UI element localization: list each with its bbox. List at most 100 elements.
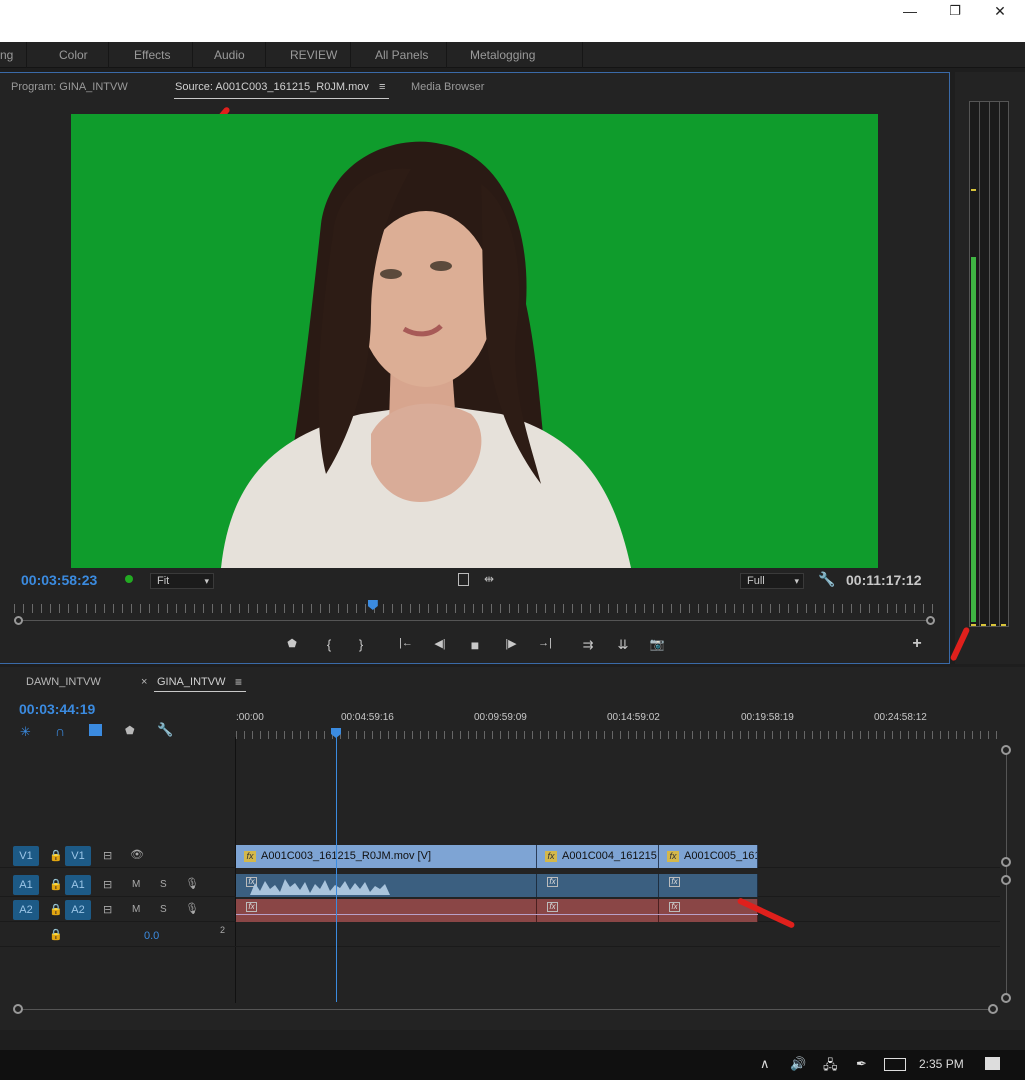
button-editor-add-button[interactable]: + (906, 635, 928, 653)
go-to-in-button[interactable]: |← (395, 637, 417, 649)
keyboard-icon[interactable] (884, 1058, 906, 1071)
timeline-ruler[interactable] (236, 731, 1000, 739)
solo-button[interactable]: S (160, 879, 167, 890)
tab-timeline-dawn[interactable]: DAWN_INTVW (26, 676, 101, 688)
workspace-divider (446, 42, 447, 68)
video-clip[interactable]: fx A001C005_161 (659, 845, 758, 868)
action-center-icon[interactable] (985, 1057, 1000, 1070)
timeline-settings-wrench-icon[interactable]: 🔧 (157, 722, 173, 738)
nest-sequence-icon[interactable]: ✳ (20, 724, 31, 740)
export-frame-camera-icon[interactable]: 📷 (646, 637, 668, 651)
audio-clip[interactable]: fx (659, 874, 758, 897)
source-patch-v1[interactable]: V1 (13, 846, 39, 866)
source-time-ruler[interactable] (14, 604, 934, 613)
mark-in-button[interactable]: { (318, 637, 340, 652)
go-to-out-button[interactable]: →| (534, 637, 556, 649)
zoom-scrollbar-track[interactable] (18, 620, 930, 621)
sync-lock-icon[interactable]: ⊟ (103, 903, 112, 916)
mute-button[interactable]: M (132, 904, 140, 915)
audio-clip[interactable]: fx (236, 899, 537, 922)
zoom-fit-select[interactable]: Fit ▾ (150, 573, 214, 589)
drag-video-icon[interactable] (458, 573, 469, 586)
show-hidden-icons-chevron[interactable]: ∧ (760, 1056, 770, 1072)
settings-wrench-icon[interactable]: 🔧 (818, 571, 835, 588)
tab-media-browser[interactable]: Media Browser (411, 81, 484, 93)
mute-button[interactable]: M (132, 879, 140, 890)
lock-icon[interactable]: 🔒 (49, 849, 63, 862)
lock-icon[interactable]: 🔒 (49, 878, 63, 891)
ruler-label: 00:14:59:02 (607, 712, 660, 723)
fx-badge: fx (547, 902, 558, 912)
eye-icon[interactable]: 👁 (130, 848, 144, 861)
add-marker-icon[interactable]: ⬟ (125, 724, 135, 737)
sync-lock-icon[interactable]: ⊟ (103, 849, 112, 862)
step-back-button[interactable]: ◀| (429, 637, 451, 650)
add-marker-button[interactable]: ⬟ (281, 637, 303, 650)
panel-menu-icon[interactable]: ≡ (235, 675, 242, 689)
audio-clip[interactable]: fx (537, 899, 659, 922)
insert-button[interactable]: ⇉ (577, 637, 599, 653)
microphone-icon[interactable]: 🎙 (185, 902, 199, 915)
snap-magnet-icon[interactable]: ∩ (55, 723, 65, 739)
audio-clip[interactable]: fx (537, 874, 659, 897)
workspace-tab-audio[interactable]: Audio (214, 48, 245, 62)
drag-audio-icon[interactable]: ⇹ (484, 572, 494, 586)
peak-indicator (971, 189, 976, 191)
scrollbar-handle-right[interactable] (988, 1004, 998, 1014)
volume-icon[interactable]: 🔊 (790, 1056, 806, 1072)
tab-source-monitor[interactable]: Source: A001C003_161215_R0JM.mov (175, 81, 369, 93)
step-forward-button[interactable]: |▶ (500, 637, 522, 650)
source-patch-a1[interactable]: A1 (13, 875, 39, 895)
source-playhead-timecode[interactable]: 00:03:58:23 (21, 572, 97, 588)
minimize-button[interactable]: — (887, 0, 933, 22)
video-clip[interactable]: fx A001C004_161215 (537, 845, 659, 868)
network-icon[interactable]: 🖧 (823, 1056, 838, 1078)
clock-time[interactable]: 2:35 PM (919, 1057, 964, 1071)
target-track-a1[interactable]: A1 (65, 875, 91, 895)
linked-selection-icon[interactable] (89, 724, 102, 736)
lock-icon[interactable]: 🔒 (49, 928, 63, 941)
tab-program-monitor[interactable]: Program: GINA_INTVW (11, 81, 128, 93)
windows-taskbar: ∧ 🔊 🖧 ✒ 2:35 PM (0, 1050, 1025, 1080)
target-track-a2[interactable]: A2 (65, 900, 91, 920)
scrollbar-handle-right[interactable] (926, 616, 935, 625)
video-clip[interactable]: fx A001C003_161215_R0JM.mov [V] (236, 845, 537, 868)
scrollbar-handle-bottom[interactable] (1001, 993, 1011, 1003)
workspace-tab-metalogging[interactable]: Metalogging (470, 48, 535, 62)
close-button[interactable]: ✕ (977, 0, 1023, 22)
ruler-label: 00:19:58:19 (741, 712, 794, 723)
target-track-v1[interactable]: V1 (65, 846, 91, 866)
master-channel-count: 2 (220, 925, 226, 935)
master-volume-value[interactable]: 0.0 (144, 930, 159, 942)
playback-quality-select[interactable]: Full ▾ (740, 573, 804, 589)
workspace-tab-effects[interactable]: Effects (134, 48, 170, 62)
scrollbar-handle[interactable] (1001, 875, 1011, 885)
workspace-divider (265, 42, 266, 68)
scrollbar-handle-left[interactable] (14, 616, 23, 625)
panel-menu-icon[interactable]: ≡ (379, 81, 385, 93)
sync-lock-icon[interactable]: ⊟ (103, 878, 112, 891)
overwrite-button[interactable]: ⇊ (612, 637, 634, 653)
horizontal-scrollbar[interactable] (18, 1009, 994, 1010)
audio-clip[interactable]: fx (236, 874, 537, 897)
source-patch-a2[interactable]: A2 (13, 900, 39, 920)
scrollbar-handle-left[interactable] (13, 1004, 23, 1014)
pen-icon[interactable]: ✒ (856, 1056, 867, 1072)
lock-icon[interactable]: 🔒 (49, 903, 63, 916)
scrollbar-handle-top[interactable] (1001, 745, 1011, 755)
mark-out-button[interactable]: } (350, 637, 372, 652)
timeline-playhead-timecode[interactable]: 00:03:44:19 (19, 701, 95, 717)
workspace-tab-color[interactable]: Color (59, 48, 88, 62)
chevron-down-icon: ▾ (794, 576, 799, 586)
scrollbar-handle[interactable] (1001, 857, 1011, 867)
close-tab-icon[interactable]: × (141, 676, 147, 688)
microphone-icon[interactable]: 🎙 (185, 877, 199, 890)
workspace-tab-all-panels[interactable]: All Panels (375, 48, 428, 62)
restore-button[interactable]: ❐ (932, 0, 978, 22)
solo-button[interactable]: S (160, 904, 167, 915)
tab-timeline-gina[interactable]: GINA_INTVW (157, 676, 225, 688)
workspace-tab-editing[interactable]: ng (0, 48, 13, 62)
volume-rubberband[interactable] (236, 914, 758, 915)
stop-button[interactable]: ■ (464, 637, 486, 653)
workspace-tab-review[interactable]: REVIEW (290, 48, 337, 62)
